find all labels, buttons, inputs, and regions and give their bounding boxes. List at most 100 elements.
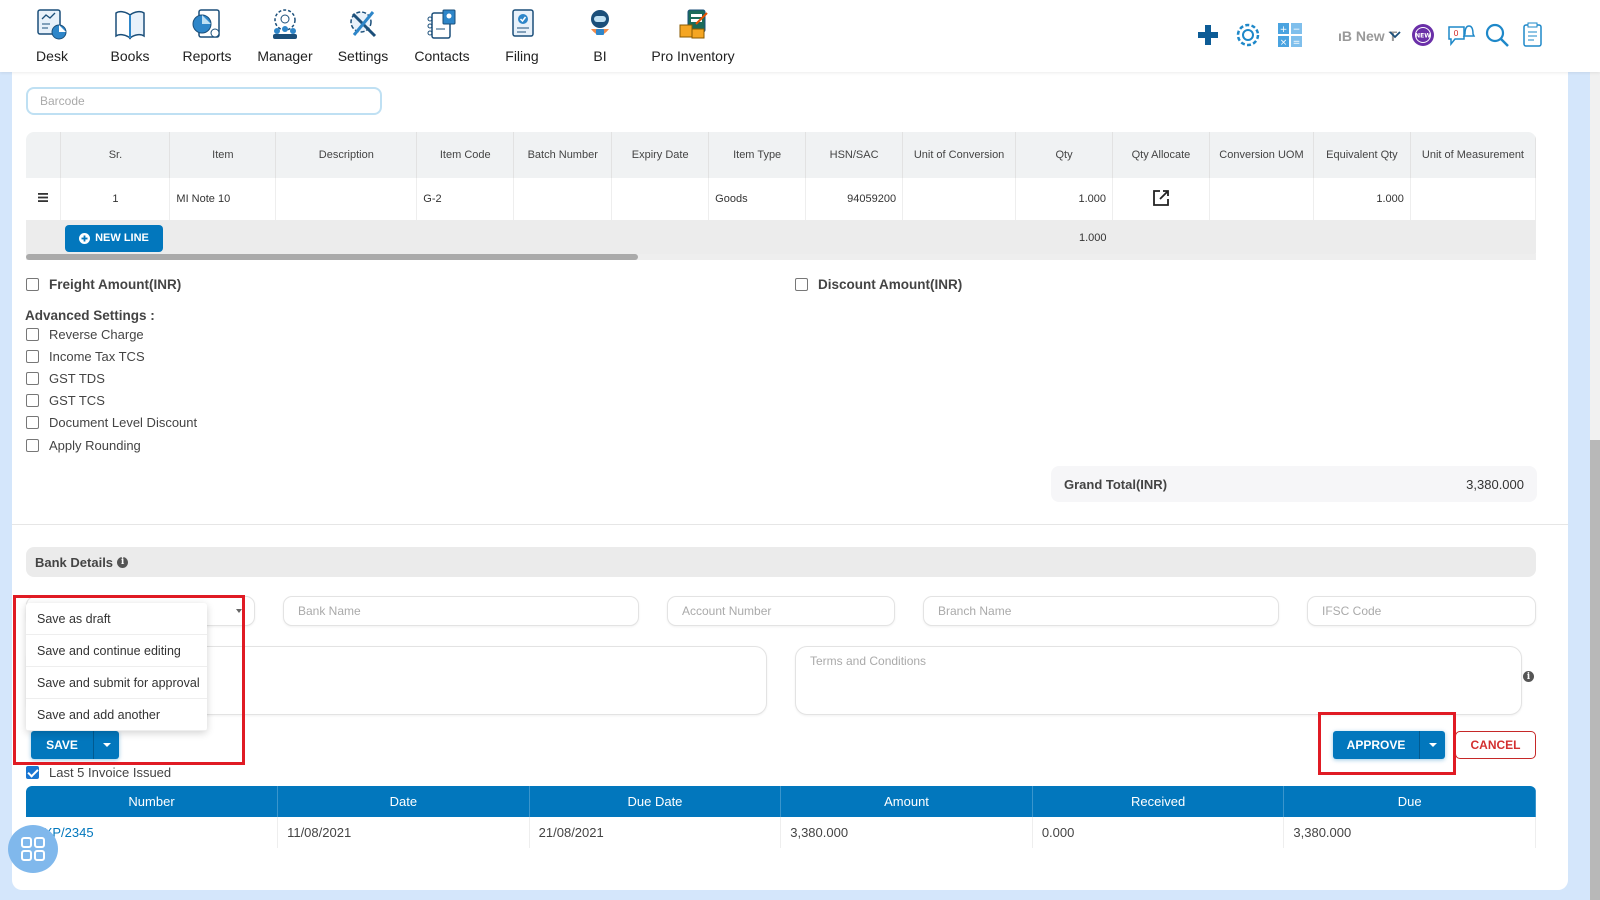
terms-textarea[interactable]: Terms and Conditions [795, 646, 1522, 715]
ifsc-code-input[interactable]: IFSC Code [1307, 596, 1536, 626]
items-horizontal-scrollbar-thumb[interactable] [26, 254, 638, 260]
new-line-button[interactable]: NEW LINE [64, 224, 163, 252]
terms-info-icon[interactable]: i [1523, 671, 1534, 682]
items-footer-row: NEW LINE 1.000 [26, 220, 1536, 256]
approve-button[interactable]: APPROVE [1333, 731, 1419, 759]
checkbox[interactable] [795, 278, 808, 291]
gst-tcs-checkbox[interactable]: GST TCS [26, 393, 105, 408]
cell-item-type[interactable]: Goods [708, 178, 807, 220]
apply-rounding-checkbox[interactable]: Apply Rounding [26, 438, 141, 453]
nav-reports[interactable]: Reports [162, 6, 252, 64]
cell-received: 0.000 [1032, 817, 1285, 848]
external-link-icon[interactable] [1152, 189, 1170, 210]
barcode-input[interactable] [26, 87, 382, 115]
reverse-charge-checkbox[interactable]: Reverse Charge [26, 327, 144, 342]
cell-item-code[interactable]: G-2 [416, 178, 515, 220]
items-header-row: Sr. Item Description Item Code Batch Num… [26, 132, 1536, 178]
cell-conversion-uom[interactable] [1209, 178, 1314, 220]
last-invoices-checkbox[interactable]: Last 5 Invoice Issued [26, 765, 171, 780]
cell-unit-of-conversion[interactable] [902, 178, 1017, 220]
chevron-down-icon[interactable] [1380, 20, 1410, 50]
checkbox[interactable] [26, 278, 39, 291]
nav-label: Reports [182, 48, 232, 64]
checkbox[interactable] [26, 328, 39, 341]
caret-down-icon [236, 609, 242, 613]
bank-details-header[interactable]: Bank Details i [26, 547, 1536, 577]
checkbox[interactable] [26, 372, 39, 385]
cell-batch-number[interactable] [513, 178, 613, 220]
cell-expiry-date[interactable] [611, 178, 710, 220]
svg-text:−: − [1293, 25, 1301, 35]
checkbox[interactable] [26, 394, 39, 407]
invoices-header-row: Number Date Due Date Amount Received Due [26, 786, 1536, 817]
nav-pro-inventory[interactable]: Pro Inventory [647, 6, 739, 64]
cell-description[interactable] [275, 178, 418, 220]
menu-item-save-submit-approval[interactable]: Save and submit for approval [26, 667, 207, 699]
column-header-qty: Qty [1015, 132, 1113, 178]
option-label: GST TCS [49, 393, 105, 408]
books-icon [112, 6, 148, 42]
cancel-button[interactable]: CANCEL [1455, 731, 1536, 759]
manager-icon [267, 6, 303, 42]
cell-number: EXP/2345 [26, 817, 279, 848]
save-options-menu: Save as draft Save and continue editing … [26, 603, 207, 731]
nav-filing[interactable]: Filing [477, 6, 567, 64]
bank-name-input[interactable]: Bank Name [283, 596, 639, 626]
cell-equivalent-qty[interactable]: 1.000 [1313, 178, 1411, 220]
new-badge-icon[interactable]: NEW [1408, 20, 1438, 50]
gst-tds-checkbox[interactable]: GST TDS [26, 371, 105, 386]
branch-name-input[interactable]: Branch Name [923, 596, 1279, 626]
notification-bell-icon[interactable]: 0 [1446, 20, 1476, 50]
checkbox-checked[interactable] [26, 766, 39, 779]
save-split-button: SAVE [31, 731, 119, 759]
save-button[interactable]: SAVE [31, 731, 93, 759]
account-number-input[interactable]: Account Number [667, 596, 895, 626]
branch-name-placeholder: Branch Name [938, 604, 1012, 618]
add-icon[interactable] [1193, 20, 1223, 50]
apps-grid-button[interactable] [8, 825, 58, 873]
column-header-number: Number [26, 786, 279, 817]
checkbox[interactable] [26, 439, 39, 452]
nav-label: Settings [337, 48, 389, 64]
nav-bi[interactable]: BI [555, 6, 645, 64]
page-scrollbar-thumb[interactable] [1590, 440, 1600, 900]
column-header-batch-number: Batch Number [513, 132, 613, 178]
checkbox[interactable] [26, 416, 39, 429]
nav-manager[interactable]: Manager [240, 6, 330, 64]
cell-due-date: 21/08/2021 [529, 817, 782, 848]
cell-uom[interactable] [1410, 178, 1536, 220]
calculator-icon[interactable]: + − × = [1275, 20, 1305, 50]
menu-item-save-as-draft[interactable]: Save as draft [26, 603, 207, 635]
approve-dropdown-toggle[interactable] [1419, 731, 1445, 759]
search-icon[interactable] [1482, 20, 1512, 50]
grand-total: Grand Total(INR) 3,380.000 [1051, 466, 1537, 502]
reports-icon [189, 6, 225, 42]
cell-item[interactable]: MI Note 10 [169, 178, 277, 220]
clipboard-icon[interactable] [1518, 20, 1548, 50]
plus-circle-icon [79, 232, 91, 244]
nav-settings[interactable]: Settings [318, 6, 408, 64]
approve-split-button: APPROVE [1333, 731, 1445, 759]
drag-handle-icon[interactable] [26, 178, 62, 220]
column-header-hsn-sac: HSN/SAC [805, 132, 904, 178]
menu-item-save-add-another[interactable]: Save and add another [26, 699, 207, 731]
income-tax-tcs-checkbox[interactable]: Income Tax TCS [26, 349, 145, 364]
new-line-label: NEW LINE [95, 232, 149, 244]
bank-details-title: Bank Details [35, 554, 114, 570]
nav-contacts[interactable]: Contacts [397, 6, 487, 64]
gear-icon[interactable] [1233, 20, 1263, 50]
discount-amount-checkbox[interactable]: Discount Amount(INR) [795, 277, 962, 292]
checkbox[interactable] [26, 350, 39, 363]
nav-desk[interactable]: Desk [7, 6, 97, 64]
nav-label: Manager [257, 48, 313, 64]
freight-amount-checkbox[interactable]: Freight Amount(INR) [26, 277, 181, 292]
info-icon[interactable]: i [117, 556, 129, 568]
cell-hsn-sac[interactable]: 94059200 [805, 178, 904, 220]
cell-qty[interactable]: 1.000 [1015, 178, 1113, 220]
menu-item-save-continue-editing[interactable]: Save and continue editing [26, 635, 207, 667]
filing-icon [504, 6, 540, 42]
document-level-discount-checkbox[interactable]: Document Level Discount [26, 415, 197, 430]
save-dropdown-toggle[interactable] [93, 731, 119, 759]
column-header-equivalent-qty: Equivalent Qty [1313, 132, 1411, 178]
option-label: Income Tax TCS [49, 349, 145, 364]
